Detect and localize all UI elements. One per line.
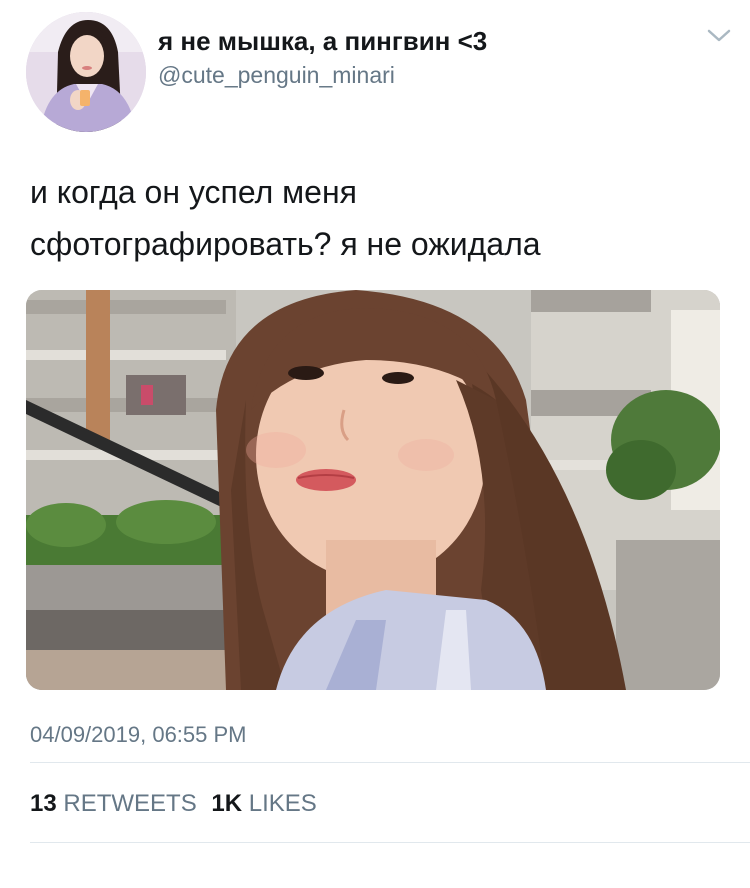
tweet-stats: 13 RETWEETS 1K LIKES bbox=[30, 790, 317, 818]
display-name[interactable]: я не мышка, а пингвин <3 bbox=[158, 26, 487, 57]
tweet-text-line: сфотографировать? я не ожидала bbox=[30, 226, 541, 262]
tweet-text-line: и когда он успел меня bbox=[30, 174, 357, 210]
tweet-timestamp[interactable]: 04/09/2019, 06:55 PM bbox=[30, 722, 247, 748]
divider bbox=[30, 842, 750, 843]
likes-count: 1K bbox=[211, 790, 243, 817]
avatar[interactable] bbox=[26, 12, 146, 132]
user-handle[interactable]: @cute_penguin_minari bbox=[158, 62, 395, 89]
divider bbox=[30, 762, 750, 763]
tweet-card: я не мышка, а пингвин <3 @cute_penguin_m… bbox=[0, 0, 750, 888]
tweet-photo[interactable] bbox=[26, 290, 720, 690]
retweets-label: RETWEETS bbox=[63, 790, 197, 817]
chevron-down-icon[interactable] bbox=[706, 26, 732, 46]
retweets-stat[interactable]: 13 RETWEETS bbox=[30, 790, 197, 818]
likes-label: LIKES bbox=[248, 790, 317, 817]
likes-stat[interactable]: 1K LIKES bbox=[211, 790, 316, 818]
tweet-text: и когда он успел меня сфотографировать? … bbox=[30, 166, 720, 270]
retweets-count: 13 bbox=[30, 790, 57, 817]
